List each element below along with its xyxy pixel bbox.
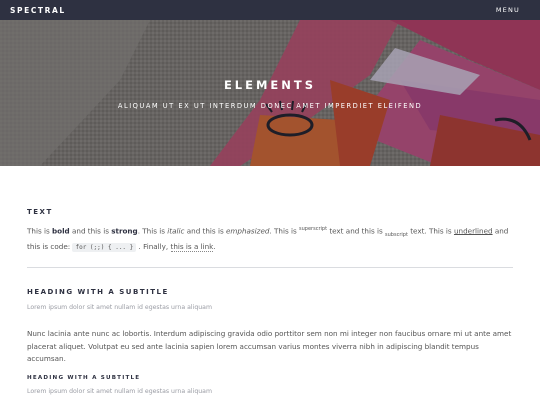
page-title: ELEMENTS bbox=[223, 78, 317, 92]
small-subtitle-heading: HEADING WITH A SUBTITLE bbox=[27, 375, 141, 381]
text-segment: text. This is bbox=[407, 226, 454, 236]
subscript-text: subscript bbox=[385, 231, 408, 238]
hero-banner: ELEMENTS ALIQUAM UT EX UT INTERDUM DONEC… bbox=[0, 20, 540, 166]
banner-overlay bbox=[0, 20, 540, 166]
emphasized-text: emphasized bbox=[225, 226, 270, 236]
site-logo[interactable]: SPECTRAL bbox=[10, 6, 66, 15]
small-subtitle-lead: Lorem ipsum dolor sit amet nullam id ege… bbox=[27, 388, 212, 395]
sample-link[interactable]: this is a link bbox=[170, 242, 214, 253]
subtitle-lead: Lorem ipsum dolor sit amet nullam id ege… bbox=[27, 304, 212, 311]
page-subtitle: ALIQUAM UT EX UT INTERDUM DONEC AMET IMP… bbox=[117, 102, 423, 110]
bold-text: bold bbox=[52, 226, 70, 236]
strong-text: strong bbox=[111, 226, 138, 236]
inline-code: for (;;) { ... } bbox=[72, 243, 137, 253]
text-segment: . This is bbox=[137, 226, 168, 236]
subtitle-section-heading: HEADING WITH A SUBTITLE bbox=[27, 288, 169, 296]
italic-text: italic bbox=[167, 226, 185, 236]
top-nav-bar: SPECTRAL MENU bbox=[0, 0, 540, 20]
text-segment: and this is bbox=[69, 226, 112, 236]
subtitle-body-paragraph: Nunc lacinia ante nunc ac lobortis. Inte… bbox=[27, 329, 512, 363]
text-section-heading: TEXT bbox=[27, 208, 53, 216]
underlined-text: underlined bbox=[453, 226, 493, 236]
section-divider bbox=[27, 267, 513, 268]
text-segment: . This is bbox=[269, 226, 300, 236]
menu-button[interactable]: MENU bbox=[496, 6, 520, 14]
text-segment: . Finally, bbox=[136, 242, 171, 252]
text-sample-paragraph: This is bold and this is strong. This is… bbox=[27, 223, 513, 255]
text-segment: . bbox=[213, 242, 216, 252]
superscript-text: superscript bbox=[299, 226, 328, 232]
text-segment: This is bbox=[27, 226, 52, 236]
text-segment: and this is bbox=[184, 226, 226, 236]
text-segment: text and this is bbox=[327, 226, 386, 236]
